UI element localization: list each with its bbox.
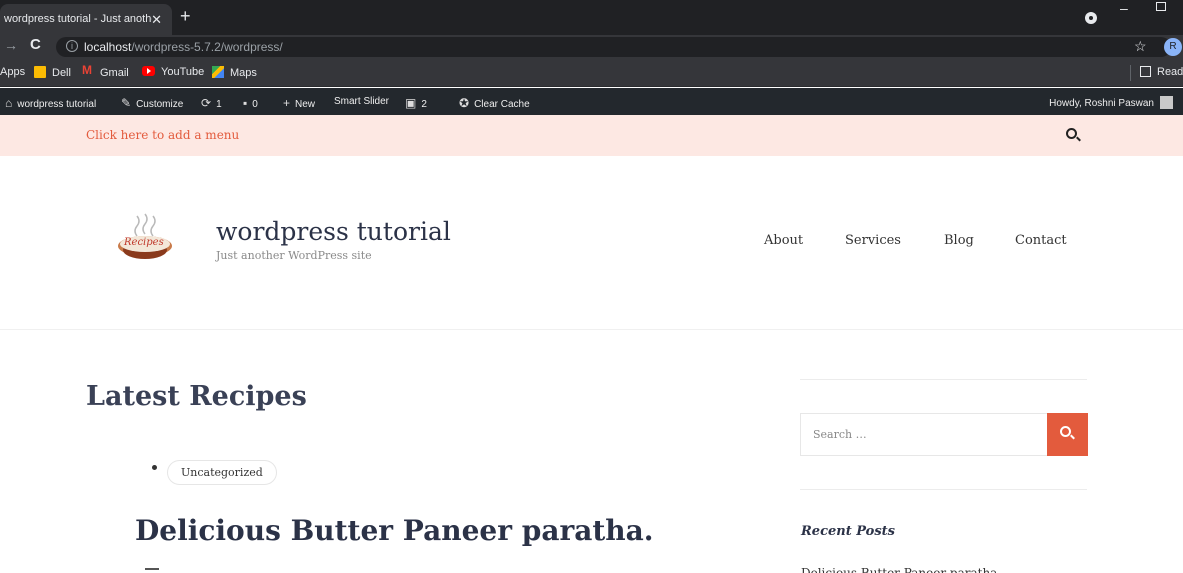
user-avatar <box>1160 96 1173 109</box>
howdy-label: Howdy, Roshni Paswan <box>1049 98 1154 109</box>
yoast-count: 2 <box>421 99 427 110</box>
wp-admin-bar: ⌂ wordpress tutorial ✎ Customize ⟳ 1 ▪ 0 + Ne… <box>0 88 1183 115</box>
top-menu-strip: Click here to add a menu <box>0 115 1183 156</box>
admin-customize-link[interactable]: ✎ Customize <box>121 96 183 110</box>
admin-yoast-link[interactable]: ▣ 2 <box>405 96 427 110</box>
bookmark-maps[interactable]: Maps <box>212 66 257 79</box>
gmail-icon <box>82 63 94 78</box>
address-bar[interactable]: i localhost/wordpress-5.7.2/wordpress/ ☆… <box>56 37 1182 57</box>
browser-tab-title: wordpress tutorial - Just another <box>4 13 152 25</box>
bookmark-apps[interactable]: Apps <box>0 66 25 78</box>
bookmark-label: Gmail <box>100 67 129 79</box>
reading-list-label: Readi <box>1157 66 1183 78</box>
add-menu-link[interactable]: Click here to add a menu <box>86 128 239 142</box>
plus-icon: + <box>283 96 291 110</box>
bookmark-gmail[interactable]: Gmail <box>82 63 129 79</box>
nav-blog[interactable]: Blog <box>944 233 974 248</box>
profile-avatar[interactable]: R <box>1164 38 1182 56</box>
reading-list-icon <box>1140 66 1151 77</box>
bookmark-dell[interactable]: Dell <box>34 66 71 79</box>
brush-icon: ✎ <box>121 96 132 110</box>
admin-updates-link[interactable]: ⟳ 1 <box>201 96 222 110</box>
admin-site-link[interactable]: ⌂ wordpress tutorial <box>5 96 96 110</box>
post-meta-fragment <box>145 568 159 570</box>
admin-smart-slider-link[interactable]: Smart Slider <box>334 96 389 107</box>
bookmarks-bar: Apps Dell Gmail YouTube Maps Readi <box>0 59 1183 87</box>
comment-icon: ▪ <box>243 96 248 110</box>
nav-about[interactable]: About <box>764 233 803 248</box>
logo-text: Recipes <box>124 237 164 248</box>
clear-cache-label: Clear Cache <box>474 99 530 110</box>
list-bullet <box>152 465 157 470</box>
dashboard-icon: ⌂ <box>5 96 13 110</box>
search-icon <box>1060 426 1071 437</box>
close-tab-icon[interactable]: ✕ <box>151 4 162 35</box>
maps-icon <box>212 66 224 78</box>
sidebar-divider <box>800 489 1087 490</box>
site-header: Recipes wordpress tutorial Just another … <box>0 156 1183 330</box>
new-tab-button[interactable]: + <box>180 6 191 27</box>
comments-count: 0 <box>252 99 258 110</box>
bookmark-label: Dell <box>52 67 71 79</box>
nav-services[interactable]: Services <box>845 233 901 248</box>
bookmarks-divider <box>1130 65 1131 81</box>
browser-tab[interactable]: wordpress tutorial - Just another ✕ <box>0 4 172 35</box>
sidebar-divider <box>800 379 1087 380</box>
updates-count: 1 <box>216 99 222 110</box>
admin-site-label: wordpress tutorial <box>17 99 97 110</box>
youtube-icon <box>142 66 155 76</box>
bookmark-youtube[interactable]: YouTube <box>142 66 204 78</box>
address-url[interactable]: localhost/wordpress-5.7.2/wordpress/ <box>84 40 283 54</box>
admin-clear-cache-link[interactable]: ✪ Clear Cache <box>459 96 530 110</box>
admin-new-label: New <box>295 99 316 110</box>
chrome-media-icon[interactable] <box>1085 12 1097 24</box>
sidebar-search-input[interactable]: Search … <box>800 413 1048 456</box>
admin-comments-link[interactable]: ▪ 0 <box>243 96 258 110</box>
admin-account-menu[interactable]: Howdy, Roshni Paswan <box>1049 96 1173 109</box>
url-path: /wordpress-5.7.2/wordpress/ <box>131 40 283 54</box>
updates-icon: ⟳ <box>201 96 212 110</box>
recent-posts-heading: Recent Posts <box>801 524 895 539</box>
yoast-icon: ▣ <box>405 96 417 110</box>
folder-icon <box>34 66 46 78</box>
nav-contact[interactable]: Contact <box>1015 233 1067 248</box>
site-info-icon[interactable]: i <box>66 40 78 52</box>
search-icon[interactable] <box>1066 128 1077 139</box>
site-title[interactable]: wordpress tutorial <box>216 217 451 246</box>
reading-list-button[interactable]: Readi <box>1140 66 1183 78</box>
bookmark-star-icon[interactable]: ☆ <box>1134 38 1147 55</box>
bookmark-label: YouTube <box>161 66 205 78</box>
maximize-window-icon[interactable] <box>1156 2 1166 11</box>
forward-arrow-icon[interactable]: → <box>4 37 18 53</box>
bookmark-label: Maps <box>230 67 257 79</box>
site-logo[interactable]: Recipes <box>115 206 177 268</box>
url-host: localhost <box>84 40 132 54</box>
site-description: Just another WordPress site <box>216 249 372 262</box>
minimize-window-icon[interactable]: – <box>1120 0 1128 16</box>
recent-post-link[interactable]: Delicious Butter Paneer paratha. <box>801 566 1001 573</box>
page-title: Latest Recipes <box>86 381 307 412</box>
sidebar-search-button[interactable] <box>1047 413 1088 456</box>
post-title[interactable]: Delicious Butter Paneer paratha. <box>135 514 654 547</box>
admin-customize-label: Customize <box>136 99 184 110</box>
browser-toolbar: → C i localhost/wordpress-5.7.2/wordpres… <box>0 35 1183 59</box>
category-tag[interactable]: Uncategorized <box>167 460 277 485</box>
browser-tab-strip: wordpress tutorial - Just another ✕ + – <box>0 0 1183 35</box>
cache-icon: ✪ <box>459 96 470 110</box>
admin-new-link[interactable]: + New <box>283 96 315 110</box>
reload-icon[interactable]: C <box>30 36 41 53</box>
